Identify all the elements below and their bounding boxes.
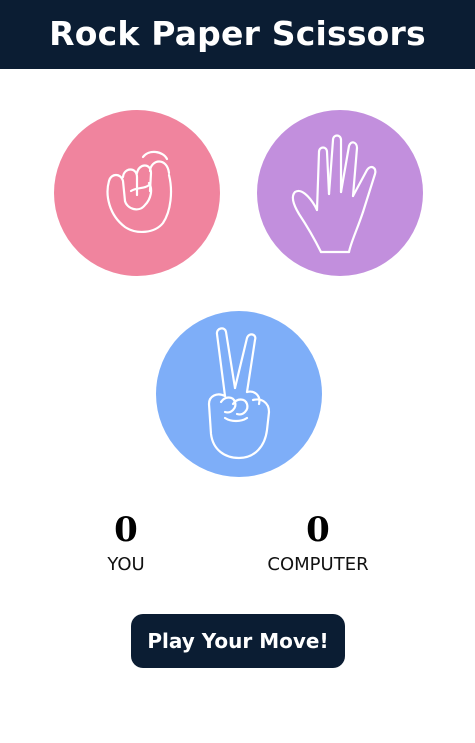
scissors-choice-button[interactable] [156, 311, 322, 477]
app-header: Rock Paper Scissors [0, 0, 475, 69]
player-score: 0 YOU [51, 510, 201, 576]
play-move-button[interactable]: Play Your Move! [131, 614, 345, 668]
peace-sign-icon [207, 327, 271, 460]
fist-icon [106, 150, 173, 233]
player-score-label: YOU [107, 554, 145, 575]
rock-choice-button[interactable] [54, 110, 220, 276]
computer-score: 0 COMPUTER [243, 510, 393, 576]
open-hand-icon [291, 134, 377, 254]
computer-score-label: COMPUTER [267, 554, 369, 575]
paper-choice-button[interactable] [257, 110, 423, 276]
computer-score-value: 0 [306, 510, 330, 550]
page-title: Rock Paper Scissors [49, 14, 426, 53]
player-score-value: 0 [114, 510, 138, 550]
